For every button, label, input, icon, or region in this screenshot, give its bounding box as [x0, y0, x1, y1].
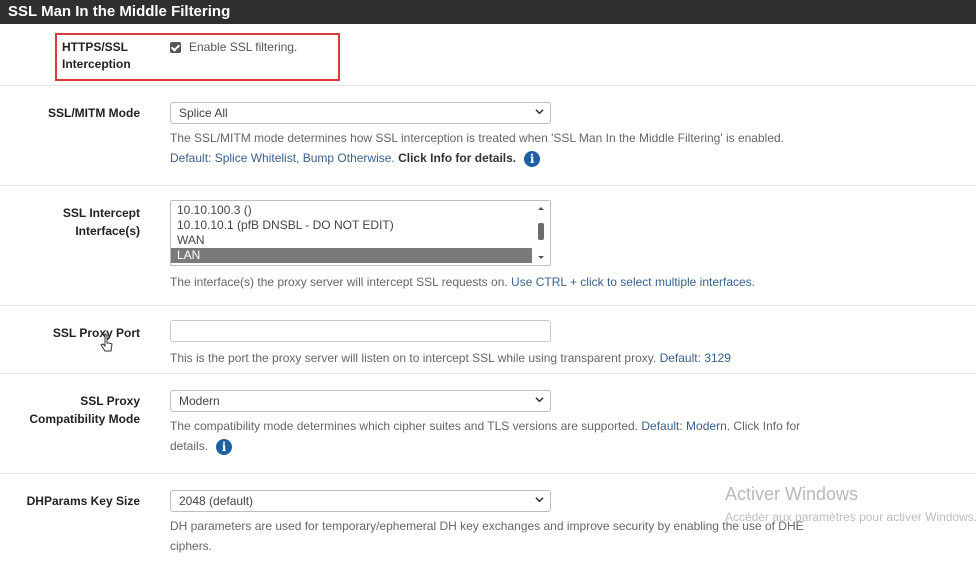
dhparams-select[interactable]: 2048 (default) [170, 490, 551, 512]
activate-windows-subtitle: Accéder aux paramètres pour activer Wind… [725, 510, 976, 524]
proxy-port-default: Default: 3129 [659, 351, 731, 365]
interface-option[interactable]: WAN [171, 233, 533, 248]
compat-mode-value: Modern [179, 394, 220, 408]
interface-option[interactable]: 10.10.100.3 () [171, 203, 533, 218]
listbox-scrollbar[interactable] [532, 201, 550, 265]
row-mitm-mode: SSL/MITM Mode Splice All The SSL/MITM mo… [0, 86, 976, 186]
info-icon[interactable]: i [216, 438, 233, 455]
interface-option-selected[interactable]: LAN [171, 248, 533, 263]
interfaces-hint: Use CTRL + click to select multiple inte… [511, 275, 756, 289]
row-compat-mode: SSL Proxy Compatibility Mode Modern The … [0, 374, 976, 474]
intercept-interfaces-help: The interface(s) the proxy server will i… [170, 275, 756, 289]
chevron-down-icon [535, 109, 544, 115]
compat-mode-label: SSL Proxy Compatibility Mode [29, 394, 140, 426]
mouse-pointer-icon [100, 333, 113, 352]
mitm-click-info: Click Info for details. [398, 151, 517, 165]
mitm-mode-help: The SSL/MITM mode determines how SSL int… [170, 131, 784, 167]
mitm-mode-label: SSL/MITM Mode [48, 106, 140, 120]
interface-option[interactable]: 10.10.10.1 (pfB DNSBL - DO NOT EDIT) [171, 218, 533, 233]
chevron-down-icon [535, 397, 544, 403]
mitm-mode-value: Splice All [179, 106, 228, 120]
proxy-port-label: SSL Proxy Port [52, 326, 140, 340]
intercept-interfaces-listbox[interactable]: 10.10.100.3 () 10.10.10.1 (pfB DNSBL - D… [170, 200, 551, 266]
compat-mode-select[interactable]: Modern [170, 390, 551, 412]
scrollbar-icon [538, 207, 544, 259]
mitm-default-text: Default: Splice Whitelist, Bump Otherwis… [170, 151, 395, 165]
proxy-port-input[interactable] [170, 320, 551, 342]
highlight-box [55, 33, 340, 81]
chevron-down-icon [535, 497, 544, 503]
dhparams-value: 2048 (default) [179, 494, 254, 508]
compat-mode-help: The compatibility mode determines which … [170, 419, 801, 455]
compat-click-info: Click Info for [733, 419, 801, 433]
proxy-port-help: This is the port the proxy server will l… [170, 351, 731, 365]
intercept-interfaces-label: SSL Intercept Interface(s) [62, 206, 140, 238]
row-intercept-interfaces: SSL Intercept Interface(s) 10.10.100.3 (… [0, 186, 976, 306]
row-proxy-port: SSL Proxy Port This is the port the prox… [0, 306, 976, 374]
activate-windows-watermark: Activer Windows [725, 484, 859, 504]
info-icon[interactable]: i [524, 150, 541, 167]
panel-title: SSL Man In the Middle Filtering [0, 0, 976, 24]
mitm-mode-select[interactable]: Splice All [170, 102, 551, 124]
compat-default-text: Default: Modern. [641, 419, 731, 433]
dhparams-label: DHParams Key Size [26, 494, 140, 508]
